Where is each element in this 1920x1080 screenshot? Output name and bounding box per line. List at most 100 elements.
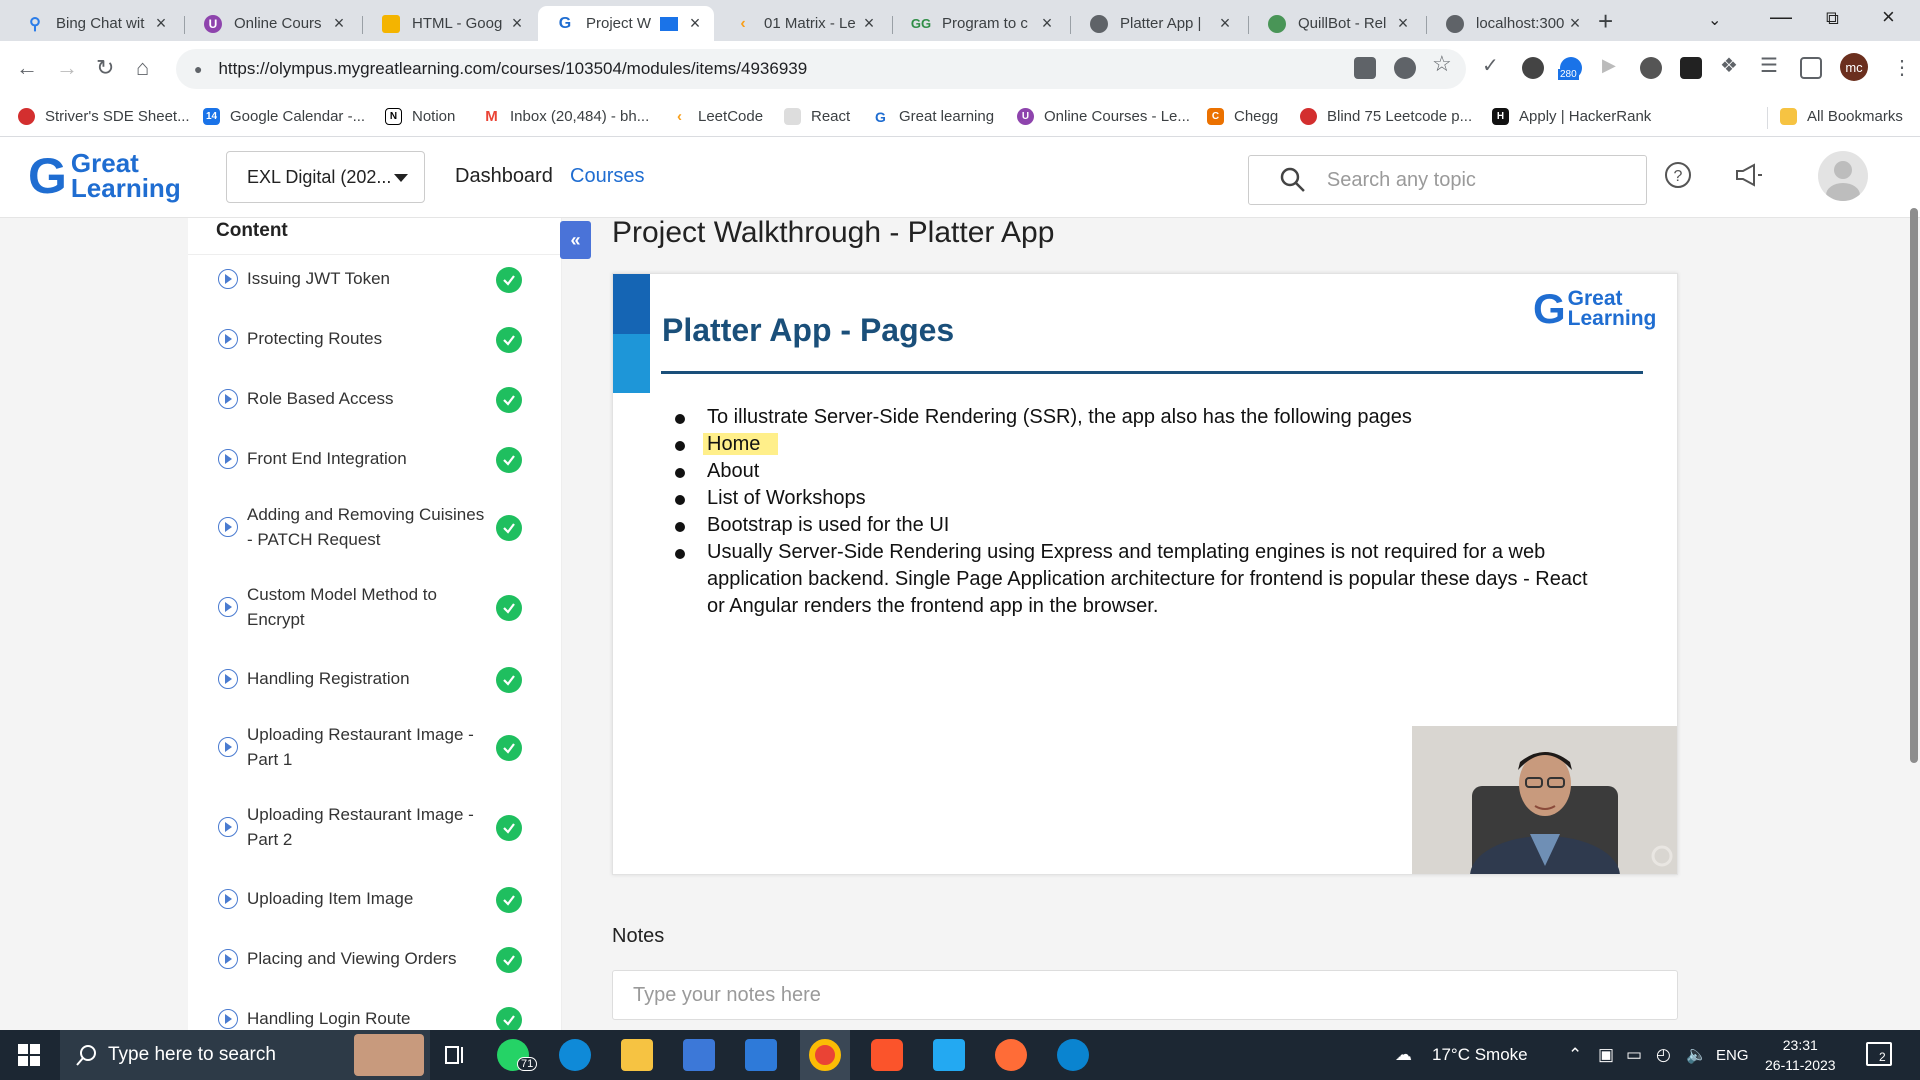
new-tab-button[interactable]: + <box>1598 6 1613 37</box>
sidebar-item-custom-model-method[interactable]: Custom Model Method to Encrypt <box>188 580 561 634</box>
collapse-sidebar-button[interactable]: « <box>560 221 591 259</box>
play-icon[interactable]: ▶ <box>1602 55 1624 77</box>
close-icon[interactable]: × <box>686 13 704 34</box>
weather-text[interactable]: 17°C Smoke <box>1432 1045 1528 1065</box>
language-indicator[interactable]: ENG <box>1716 1047 1749 1064</box>
sidebar-item-handling-login-route[interactable]: Handling Login Route <box>188 1004 561 1030</box>
user-avatar[interactable] <box>1818 151 1868 201</box>
bookmark-google-calendar[interactable]: 14 Google Calendar -... <box>203 108 365 125</box>
forward-arrow-icon[interactable]: → <box>56 55 78 81</box>
sidebar-item-uploading-item-image[interactable]: Uploading Item Image <box>188 884 561 914</box>
lh-extension-icon[interactable] <box>1680 57 1702 79</box>
postman-icon[interactable] <box>995 1039 1027 1071</box>
translate-icon[interactable] <box>1354 57 1376 79</box>
bookmark-great-learning[interactable]: G Great learning <box>872 108 994 125</box>
sidebar-item-placing-viewing-orders[interactable]: Placing and Viewing Orders <box>188 944 561 974</box>
url-bar[interactable]: ● https://olympus.mygreatlearning.com/co… <box>176 49 1466 89</box>
close-window-button[interactable]: × <box>1882 4 1895 30</box>
tab-search-icon[interactable]: ⌄ <box>1708 10 1721 30</box>
sidebar-item-role-based-access[interactable]: Role Based Access <box>188 384 561 414</box>
edge-icon[interactable] <box>559 1039 591 1071</box>
home-icon[interactable]: ⌂ <box>136 55 149 81</box>
close-icon[interactable]: × <box>508 13 526 34</box>
sidebar-item-uploading-restaurant-image-2[interactable]: Uploading Restaurant Image - Part 2 <box>188 800 561 854</box>
profile-avatar[interactable]: mc <box>1840 53 1868 81</box>
share-icon[interactable] <box>1394 57 1416 79</box>
extension-icon[interactable] <box>1640 57 1662 79</box>
puzzle-icon[interactable]: ❖ <box>1720 53 1742 77</box>
close-icon[interactable]: × <box>1038 13 1056 34</box>
notification-icon[interactable]: 2 <box>1866 1042 1892 1066</box>
system-clock[interactable]: 23:31 26-11-2023 <box>1765 1035 1836 1075</box>
bookmark-react[interactable]: React <box>784 108 850 125</box>
wifi-icon[interactable]: ◴ <box>1656 1045 1671 1065</box>
sidebar-item-adding-removing-cuisines[interactable]: Adding and Removing Cuisines - PATCH Req… <box>188 500 561 554</box>
chevron-up-icon[interactable]: ⌃ <box>1568 1045 1582 1065</box>
taskbar-search[interactable]: Type here to search <box>60 1030 430 1080</box>
volume-icon[interactable]: 🔈 <box>1686 1045 1707 1065</box>
great-learning-logo[interactable]: G Great Learning <box>28 150 181 201</box>
battery-icon[interactable]: ▭ <box>1626 1045 1642 1065</box>
tab-quillbot[interactable]: QuillBot - Rel × <box>1250 6 1422 41</box>
close-icon[interactable]: × <box>152 13 170 34</box>
bookmark-blind75[interactable]: Blind 75 Leetcode p... <box>1300 108 1472 125</box>
tab-gfg[interactable]: GG Program to c × <box>894 6 1066 41</box>
extension-badge-icon[interactable]: 280 <box>1558 57 1582 80</box>
course-selector[interactable]: EXL Digital (202... <box>226 151 425 203</box>
bookmark-online-courses[interactable]: U Online Courses - Le... <box>1017 108 1190 125</box>
chrome-icon[interactable] <box>809 1039 841 1071</box>
close-icon[interactable]: × <box>330 13 348 34</box>
sidepanel-icon[interactable] <box>1800 57 1822 79</box>
brave-icon[interactable] <box>871 1039 903 1071</box>
sidebar-item-handling-registration[interactable]: Handling Registration <box>188 664 561 694</box>
star-icon[interactable]: ☆ <box>1432 51 1454 76</box>
mail-icon[interactable] <box>745 1039 777 1071</box>
nav-courses[interactable]: Courses <box>570 165 644 188</box>
tab-platter-app[interactable]: Platter App | × <box>1072 6 1244 41</box>
page-scrollbar[interactable] <box>1910 208 1918 763</box>
weather-icon[interactable]: ☁ <box>1395 1045 1412 1065</box>
restore-button[interactable]: ⧉ <box>1826 8 1839 29</box>
sidebar-item-issuing-jwt-token[interactable]: Issuing JWT Token <box>188 264 561 294</box>
minimize-button[interactable]: — <box>1770 4 1792 30</box>
close-icon[interactable]: × <box>1394 13 1412 34</box>
video-player[interactable]: Platter App - Pages G Great Learning To … <box>612 273 1678 875</box>
task-view-icon[interactable] <box>440 1039 472 1071</box>
extension-icon[interactable] <box>1522 57 1544 79</box>
close-icon[interactable]: × <box>1566 13 1584 34</box>
help-icon[interactable]: ? <box>1664 161 1692 194</box>
tab-leetcode[interactable]: ‹ 01 Matrix - Le × <box>716 6 888 41</box>
microsoft-store-icon[interactable] <box>683 1039 715 1071</box>
bookmark-leetcode[interactable]: ‹ LeetCode <box>671 108 763 125</box>
media-icon[interactable]: ☰ <box>1760 53 1782 77</box>
reload-icon[interactable]: ↻ <box>96 55 114 81</box>
bookmark-gmail[interactable]: M Inbox (20,484) - bh... <box>483 108 649 125</box>
close-icon[interactable]: × <box>1216 13 1234 34</box>
vscode-icon[interactable] <box>933 1039 965 1071</box>
sidebar-item-protecting-routes[interactable]: Protecting Routes <box>188 324 561 354</box>
file-explorer-icon[interactable] <box>621 1039 653 1071</box>
sidebar-item-front-end-integration[interactable]: Front End Integration <box>188 444 561 474</box>
menu-icon[interactable]: ⋮ <box>1892 55 1912 80</box>
edge-dev-icon[interactable] <box>1057 1039 1089 1071</box>
tab-localhost[interactable]: localhost:300 × <box>1428 6 1594 41</box>
sidebar-item-uploading-restaurant-image-1[interactable]: Uploading Restaurant Image - Part 1 <box>188 720 561 774</box>
bookmark-hackerrank[interactable]: H Apply | HackerRank <box>1492 108 1651 125</box>
nav-dashboard[interactable]: Dashboard <box>455 165 553 188</box>
meet-icon[interactable]: ▣ <box>1598 1045 1614 1065</box>
whatsapp-icon[interactable]: 71 <box>497 1039 538 1071</box>
tab-html-slides[interactable]: HTML - Goog × <box>364 6 536 41</box>
bookmark-notion[interactable]: N Notion <box>385 108 455 125</box>
announcement-icon[interactable] <box>1734 161 1764 194</box>
notes-input[interactable] <box>612 970 1678 1020</box>
search-input[interactable] <box>1326 168 1646 192</box>
tab-online-courses[interactable]: U Online Cours × <box>186 6 358 41</box>
back-arrow-icon[interactable]: ← <box>16 55 38 81</box>
close-icon[interactable]: × <box>860 13 878 34</box>
bookmark-strivers[interactable]: Striver's SDE Sheet... <box>18 108 190 125</box>
tab-bing-chat[interactable]: ⚲ Bing Chat wit × <box>8 6 180 41</box>
bookmark-chegg[interactable]: C Chegg <box>1207 108 1278 125</box>
all-bookmarks[interactable]: All Bookmarks <box>1780 108 1903 125</box>
check-extension-icon[interactable]: ✓ <box>1482 53 1504 77</box>
tab-project-walkthrough[interactable]: G Project W × <box>538 6 714 41</box>
